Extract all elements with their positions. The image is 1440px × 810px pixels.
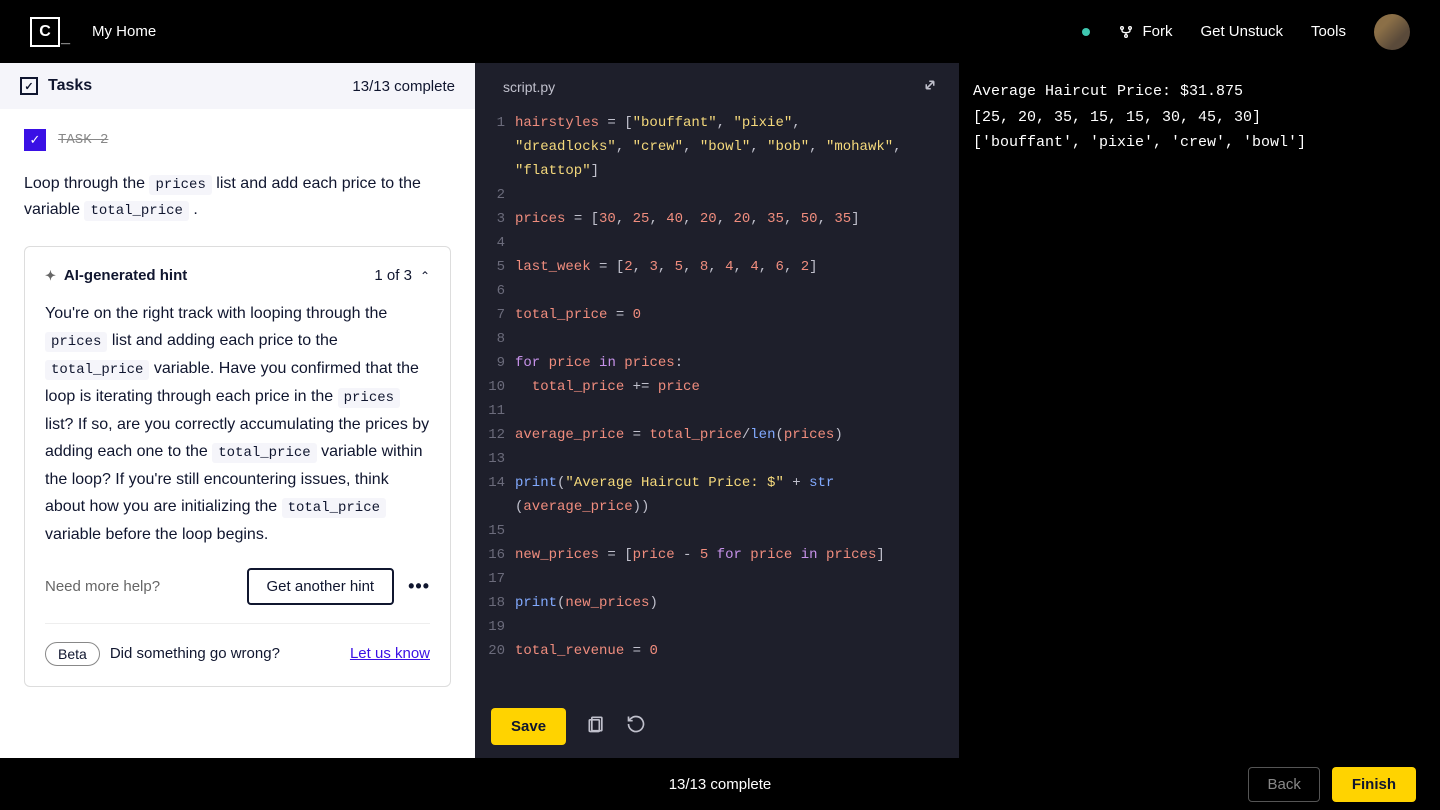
hint-footer: Need more help? Get another hint ••• (45, 568, 430, 605)
header-left: C My Home (30, 17, 156, 47)
code-lines[interactable]: hairstyles = ["bouffant", "pixie", "drea… (515, 111, 959, 694)
beta-badge: Beta (45, 642, 100, 666)
nav-home[interactable]: My Home (92, 23, 156, 40)
get-another-hint-button[interactable]: Get another hint (247, 568, 395, 605)
code-editor: script.py 123456789▼10111213141516171819… (475, 63, 959, 758)
tasks-title: Tasks (20, 77, 92, 95)
editor-tab[interactable]: script.py (495, 65, 563, 109)
hint-title: ✦ AI-generated hint (45, 267, 187, 284)
hint-body: You're on the right track with looping t… (45, 300, 430, 548)
task-label: TASK 2 (58, 132, 108, 148)
code-area[interactable]: 123456789▼1011121314151617181920 hairsty… (475, 111, 959, 694)
hint-header: ✦ AI-generated hint 1 of 3 ⌃ (45, 267, 430, 284)
fork-icon (1118, 24, 1134, 40)
footer-actions: Back Finish (1248, 767, 1416, 802)
chevron-up-icon[interactable]: ⌃ (420, 269, 430, 283)
expand-icon[interactable] (921, 76, 939, 99)
save-button[interactable]: Save (491, 708, 566, 745)
header-right: Fork Get Unstuck Tools (1082, 14, 1410, 50)
code-pill: prices (45, 332, 107, 352)
beta-row: Beta Did something go wrong? Let us know (45, 623, 430, 666)
editor-footer: Save (475, 694, 959, 758)
code-pill: total_price (45, 360, 149, 380)
sidebar-header: Tasks 13/13 complete (0, 63, 475, 109)
task-check-icon (24, 129, 46, 151)
fork-link[interactable]: Fork (1118, 23, 1172, 40)
task-item[interactable]: TASK 2 (24, 129, 451, 151)
finish-button[interactable]: Finish (1332, 767, 1416, 802)
hint-actions: Get another hint ••• (247, 568, 430, 605)
editor-tabs: script.py (475, 63, 959, 111)
unstuck-link[interactable]: Get Unstuck (1200, 23, 1283, 40)
tasks-sidebar: Tasks 13/13 complete TASK 2 Loop through… (0, 63, 475, 758)
code-pill: total_price (84, 201, 188, 221)
code-pill: total_price (212, 443, 316, 463)
code-pill: prices (149, 175, 211, 195)
fork-label: Fork (1142, 23, 1172, 40)
sidebar-body: TASK 2 Loop through the prices list and … (0, 109, 475, 758)
user-avatar[interactable] (1374, 14, 1410, 50)
code-pill: total_price (282, 498, 386, 518)
sparkle-icon: ✦ (45, 268, 56, 284)
clipboard-icon[interactable] (586, 714, 606, 739)
reset-icon[interactable] (626, 714, 646, 739)
progress-text: 13/13 complete (352, 78, 455, 95)
code-pill: prices (338, 388, 400, 408)
main-content: Tasks 13/13 complete TASK 2 Loop through… (0, 63, 1440, 758)
output-panel: Average Haircut Price: $31.875[25, 20, 3… (959, 63, 1440, 758)
tasks-label: Tasks (48, 77, 92, 95)
output-line: ['bouffant', 'pixie', 'crew', 'bowl'] (973, 130, 1426, 156)
tools-link[interactable]: Tools (1311, 23, 1346, 40)
line-gutter: 123456789▼1011121314151617181920 (475, 111, 515, 694)
checkbox-icon (20, 77, 38, 95)
need-help-text: Need more help? (45, 578, 160, 595)
hint-box: ✦ AI-generated hint 1 of 3 ⌃ You're on t… (24, 246, 451, 687)
let-us-know-link[interactable]: Let us know (350, 645, 430, 662)
output-line: Average Haircut Price: $31.875 (973, 79, 1426, 105)
task-description: Loop through the prices list and add eac… (24, 171, 451, 222)
top-header: C My Home Fork Get Unstuck Tools (0, 0, 1440, 63)
output-line: [25, 20, 35, 15, 15, 30, 45, 30] (973, 105, 1426, 131)
more-dots-icon[interactable]: ••• (408, 576, 430, 597)
back-button[interactable]: Back (1248, 767, 1319, 802)
bottom-footer: 13/13 complete Back Finish (0, 758, 1440, 810)
footer-progress: 13/13 complete (669, 776, 772, 793)
beta-text: Did something go wrong? (110, 645, 280, 662)
status-dot-icon (1082, 28, 1090, 36)
logo[interactable]: C (30, 17, 60, 47)
hint-counter: 1 of 3 ⌃ (374, 267, 430, 284)
